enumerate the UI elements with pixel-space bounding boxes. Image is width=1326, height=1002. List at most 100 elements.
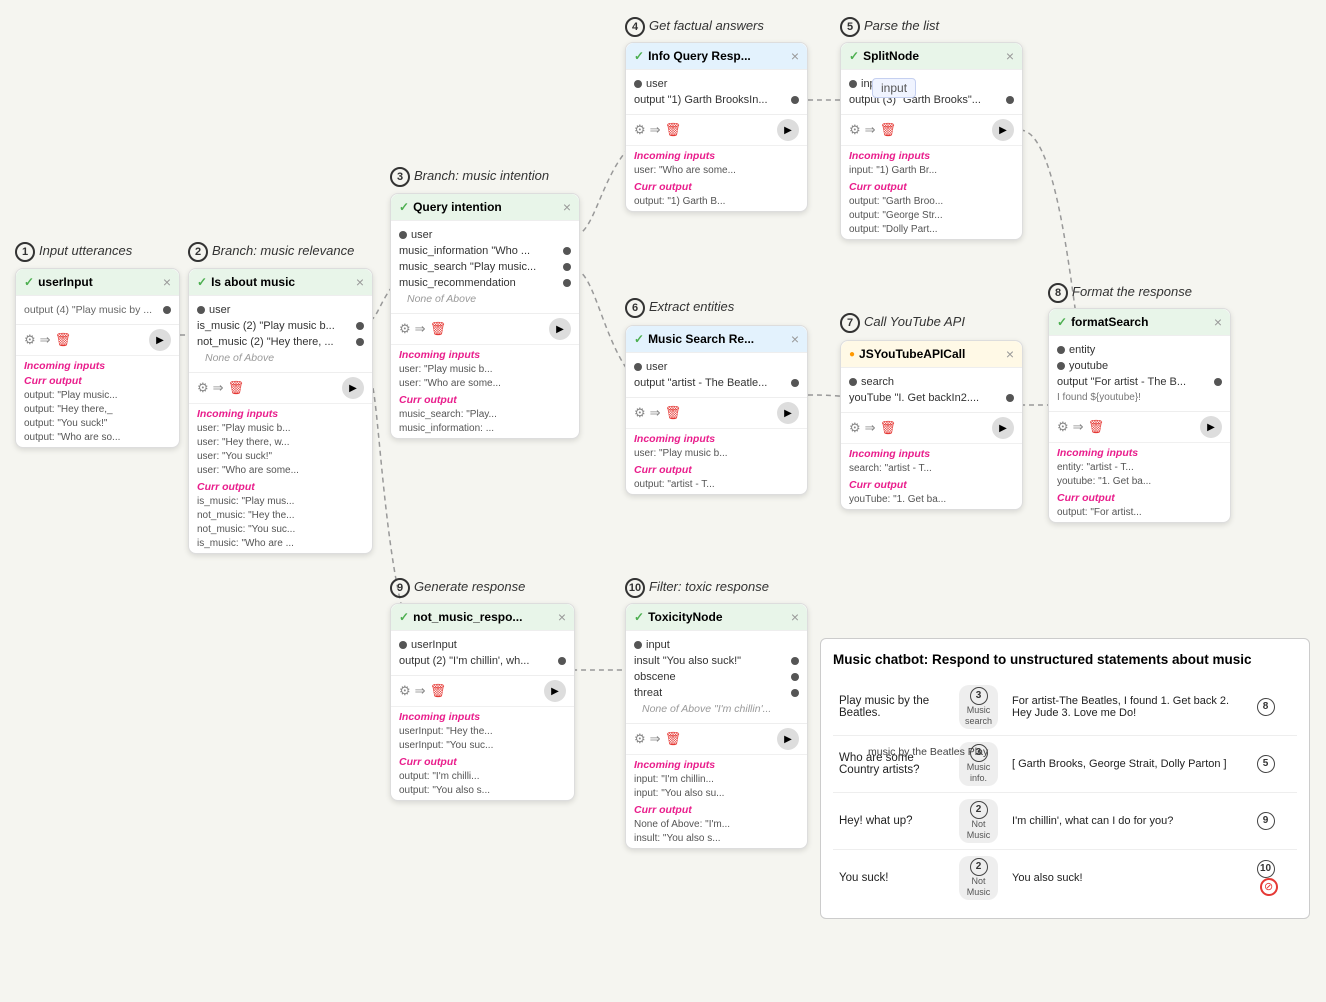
node-title-youtube: JSYouTubeAPICall [859, 347, 965, 361]
user-msg-3: Hey! what up? [833, 792, 953, 849]
bot-response-2: [ Garth Brooks, George Strait, Dolly Par… [1012, 758, 1227, 770]
bot-response-1: For artist-The Beatles, I found 1. Get b… [1012, 695, 1229, 719]
check-icon-10: ✓ [634, 610, 644, 624]
step-3-label: 3Branch: music intention [390, 167, 549, 187]
play-btn-3[interactable]: ▶ [549, 318, 571, 340]
toolbar-4: ⚙ ⇒ 🗑 ▶ [626, 114, 807, 145]
close-btn-7[interactable]: × [1006, 347, 1014, 361]
branch-icon-5[interactable]: ⇒ [865, 122, 876, 138]
close-btn-6[interactable]: × [791, 332, 799, 346]
play-button[interactable]: ▶ [149, 329, 171, 351]
delete-icon-8[interactable]: 🗑 [1088, 419, 1105, 435]
output-row: output (4) "Play music by ... [24, 302, 171, 318]
play-btn-7[interactable]: ▶ [992, 417, 1014, 439]
delete-icon-5[interactable]: 🗑 [880, 122, 897, 138]
settings-icon-10[interactable]: ⚙ [634, 731, 646, 747]
branch-icon-4[interactable]: ⇒ [650, 122, 661, 138]
branch-icon-8[interactable]: ⇒ [1073, 419, 1084, 435]
delete-icon-10[interactable]: 🗑 [665, 731, 682, 747]
delete-icon[interactable]: 🗑 [55, 332, 72, 348]
play-btn-4[interactable]: ▶ [777, 119, 799, 141]
step-num-10: 10 ⊘ [1251, 849, 1297, 906]
check-icon-5: ✓ [849, 49, 859, 63]
settings-icon-3[interactable]: ⚙ [399, 321, 411, 337]
branch-icon-7[interactable]: ⇒ [865, 420, 876, 436]
step-7-label: 7Call YouTube API [840, 313, 965, 333]
settings-icon-8[interactable]: ⚙ [1057, 419, 1069, 435]
branch-icon-2[interactable]: ⇒ [213, 380, 224, 396]
toolbar-9: ⚙ ⇒ 🗑 ▶ [391, 675, 574, 706]
user-msg-1: Play music by the Beatles. [833, 679, 953, 736]
close-btn-3[interactable]: × [563, 200, 571, 214]
delete-icon-3[interactable]: 🗑 [430, 321, 447, 337]
close-btn-8[interactable]: × [1214, 315, 1222, 329]
step-4-label: 4Get factual answers [625, 17, 764, 37]
play-btn-9[interactable]: ▶ [544, 680, 566, 702]
node-title-text: userInput [38, 275, 93, 289]
close-btn-5[interactable]: × [1006, 49, 1014, 63]
node-title-format: formatSearch [1071, 315, 1148, 329]
step-2-label: 2Branch: music relevance [188, 242, 354, 262]
step-badge-3: 2 NotMusic [953, 792, 1004, 849]
step-1-label: 1Input utterances [15, 242, 132, 262]
node-header-youtube: ● JSYouTubeAPICall × [841, 341, 1022, 368]
circle-icon-7: ● [849, 349, 855, 360]
node-music-search: ✓ Music Search Re... × user output "arti… [625, 325, 808, 495]
step-badge-2: 3 Musicinfo. [953, 735, 1004, 792]
settings-icon-7[interactable]: ⚙ [849, 420, 861, 436]
branch-icon-9[interactable]: ⇒ [415, 683, 426, 699]
node-youtube-api: ● JSYouTubeAPICall × search youTube "I. … [840, 340, 1023, 510]
settings-icon-6[interactable]: ⚙ [634, 405, 646, 421]
input-label: input [872, 78, 916, 98]
step-num-5: 5 [1251, 735, 1297, 792]
delete-icon-4[interactable]: 🗑 [665, 122, 682, 138]
delete-icon-2[interactable]: 🗑 [228, 380, 245, 396]
bot-response-4: You also suck! [1012, 872, 1083, 884]
delete-icon-7[interactable]: 🗑 [880, 420, 897, 436]
settings-icon-5[interactable]: ⚙ [849, 122, 861, 138]
node-is-about-music: ✓ Is about music × user is_music (2) "Pl… [188, 268, 373, 554]
branch-icon-3[interactable]: ⇒ [415, 321, 426, 337]
chat-row-1: Play music by the Beatles. 3 Musicsearch… [833, 679, 1297, 736]
node-title-toxicity: ToxicityNode [648, 610, 722, 624]
branch-icon[interactable]: ⇒ [40, 332, 51, 348]
node-title-info: Info Query Resp... [648, 49, 751, 63]
settings-icon-9[interactable]: ⚙ [399, 683, 411, 699]
play-btn-8[interactable]: ▶ [1200, 416, 1222, 438]
toolbar-6: ⚙ ⇒ 🗑 ▶ [626, 397, 807, 428]
chat-row-4: You suck! 2 NotMusic You also suck! 10 ⊘ [833, 849, 1297, 906]
close-btn-9[interactable]: × [558, 610, 566, 624]
bot-response-3: I'm chillin', what can I do for you? [1012, 815, 1173, 827]
settings-icon[interactable]: ⚙ [24, 332, 36, 348]
node-user-input: ✓ userInput × output (4) "Play music by … [15, 268, 180, 448]
node-toxicity: ✓ ToxicityNode × input insult "You also … [625, 603, 808, 849]
branch-icon-6[interactable]: ⇒ [650, 405, 661, 421]
close-btn-4[interactable]: × [791, 49, 799, 63]
chat-table: Play music by the Beatles. 3 Musicsearch… [833, 679, 1297, 906]
chat-row-2: Who are some Country artists? 3 Musicinf… [833, 735, 1297, 792]
toolbar-10: ⚙ ⇒ 🗑 ▶ [626, 723, 807, 754]
delete-icon-6[interactable]: 🗑 [665, 405, 682, 421]
play-btn-6[interactable]: ▶ [777, 402, 799, 424]
check-icon-6: ✓ [634, 332, 644, 346]
step-badge-4: 2 NotMusic [953, 849, 1004, 906]
play-btn-2[interactable]: ▶ [342, 377, 364, 399]
branch-icon-10[interactable]: ⇒ [650, 731, 661, 747]
close-btn-2[interactable]: × [356, 275, 364, 289]
play-btn-10[interactable]: ▶ [777, 728, 799, 750]
node-header-format: ✓ formatSearch × [1049, 309, 1230, 336]
settings-icon-4[interactable]: ⚙ [634, 122, 646, 138]
settings-icon-2[interactable]: ⚙ [197, 380, 209, 396]
node-header-music: ✓ Is about music × [189, 269, 372, 296]
close-button[interactable]: × [163, 275, 171, 289]
chatbot-title: Music chatbot: Respond to unstructured s… [833, 651, 1297, 669]
close-btn-10[interactable]: × [791, 610, 799, 624]
play-btn-5[interactable]: ▶ [992, 119, 1014, 141]
step-9-label: 9Generate response [390, 578, 525, 598]
node-header-toxicity: ✓ ToxicityNode × [626, 604, 807, 631]
toolbar-3: ⚙ ⇒ 🗑 ▶ [391, 313, 579, 344]
delete-icon-9[interactable]: 🗑 [430, 683, 447, 699]
user-msg-4: You suck! [833, 849, 953, 906]
node-info-query: ✓ Info Query Resp... × user output "1) G… [625, 42, 808, 212]
step-badge-1: 3 Musicsearch [953, 679, 1004, 736]
